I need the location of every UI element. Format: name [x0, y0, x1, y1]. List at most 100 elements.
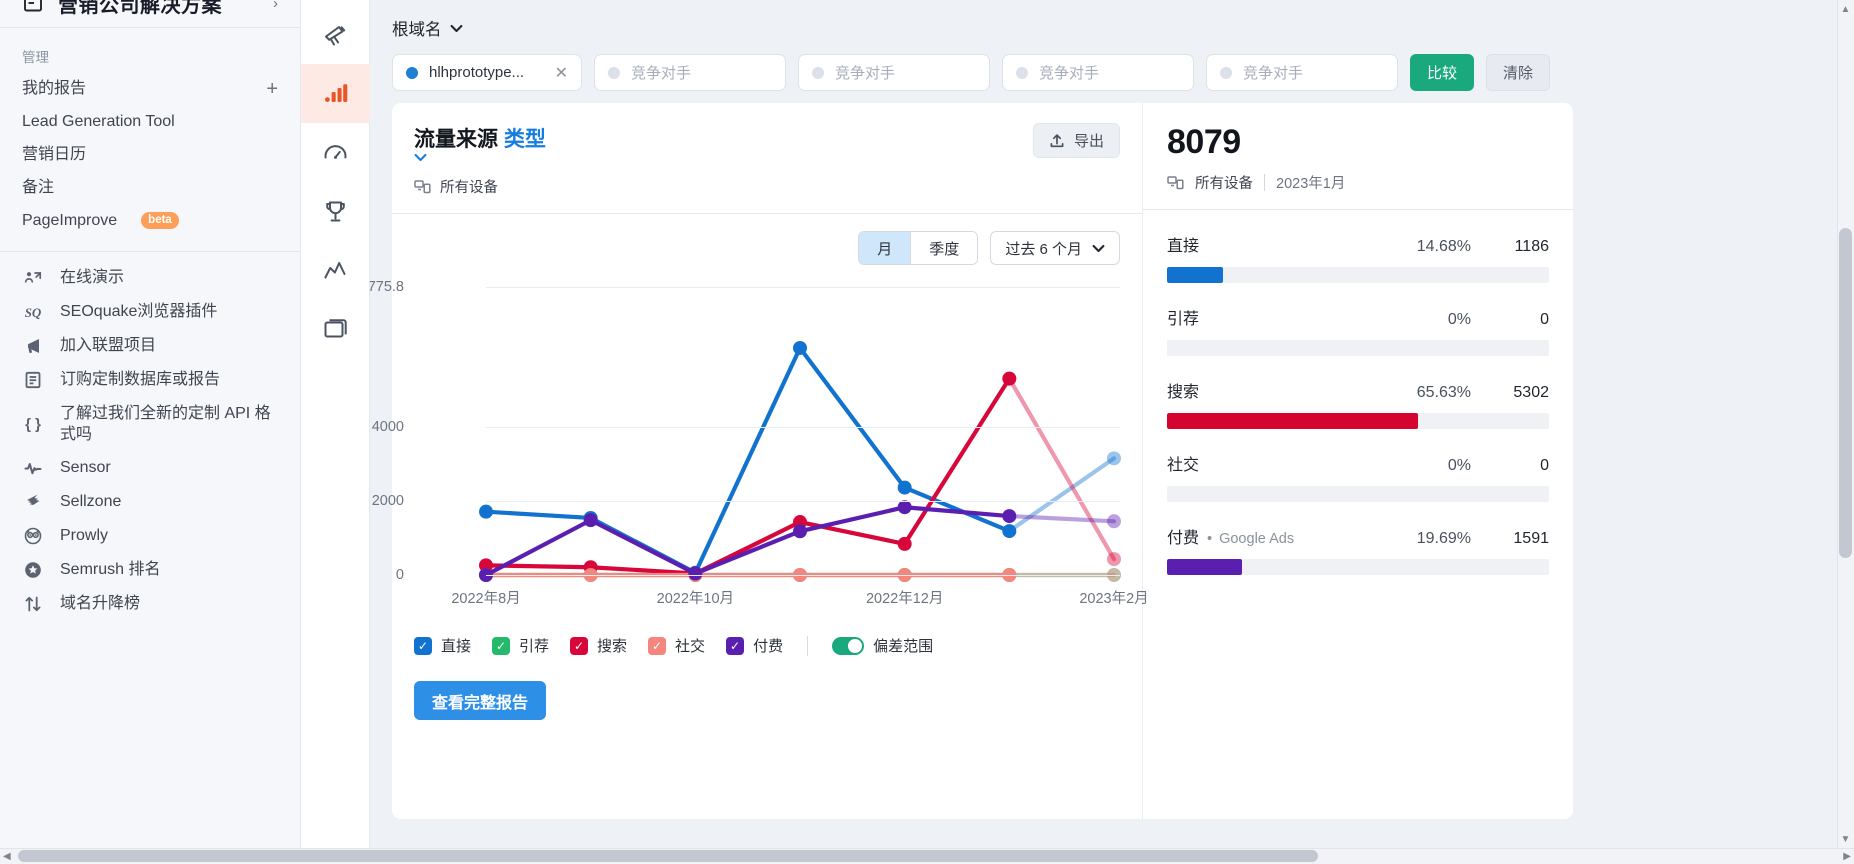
segment-month[interactable]: 月 [859, 232, 911, 264]
view-full-report-button[interactable]: 查看完整报告 [414, 681, 547, 720]
chart-data-point[interactable] [688, 566, 703, 581]
chevron-down-icon[interactable] [414, 153, 550, 162]
rail-item-trends[interactable] [301, 241, 370, 300]
domain-chip-primary[interactable]: hlhprototype... ✕ [392, 54, 582, 91]
legend-checkbox[interactable]: ✓ [414, 636, 432, 655]
granularity-segmented-control: 月 季度 [858, 231, 979, 265]
competitor-input-4[interactable]: 竞争对手 [1206, 54, 1398, 91]
legend-checkbox[interactable]: ✓ [726, 636, 745, 655]
date-range-dropdown[interactable]: 过去 6 个月 [990, 231, 1120, 265]
panel-sub-divider [1264, 174, 1265, 191]
chart-data-point[interactable] [793, 524, 807, 539]
trophy-icon [322, 198, 349, 225]
rail-item-telescope[interactable] [301, 5, 370, 64]
export-button-label: 导出 [1073, 133, 1104, 150]
deviation-toggle[interactable] [832, 636, 865, 655]
sidebar-item-semrush-rank[interactable]: Semrush 排名 [0, 553, 300, 587]
chart-data-point[interactable] [1002, 524, 1017, 539]
metric-row-paid: 付费 • Google Ads 19.69% 1591 [1167, 524, 1549, 575]
scroll-down-icon[interactable]: ▼ [1839, 833, 1852, 846]
sidebar-item-online-demo[interactable]: 在线演示 [0, 261, 300, 295]
legend-label: 直接 [441, 638, 472, 655]
compare-button[interactable]: 比较 [1410, 54, 1475, 91]
horizontal-scrollbar-thumb[interactable] [18, 850, 1318, 862]
sidebar-item-domain-movers[interactable]: 域名升降榜 [0, 587, 300, 621]
close-icon[interactable]: ✕ [555, 63, 568, 83]
metric-bar-track [1167, 340, 1549, 356]
plus-icon[interactable]: + [266, 79, 278, 99]
horizontal-scrollbar[interactable]: ◀ ▶ [0, 848, 1854, 864]
star-icon [22, 559, 44, 581]
card-device-filter[interactable]: 所有设备 [414, 176, 550, 197]
bullet-icon: • [1207, 531, 1213, 547]
chart-plot-area [479, 340, 1121, 582]
vertical-scrollbar-thumb[interactable] [1839, 228, 1852, 558]
legend-checkbox[interactable]: ✓ [570, 636, 589, 655]
chart-data-point[interactable] [1002, 371, 1017, 386]
clear-button[interactable]: 清除 [1486, 54, 1551, 91]
sidebar-brand-title: 营销公司解决方案 [58, 0, 222, 17]
legend-item-search[interactable]: ✓ 搜索 [570, 635, 627, 656]
sidebar-item-seoquake[interactable]: SQ SEOquake浏览器插件 [0, 295, 300, 329]
sidebar-item-lead-generation-tool[interactable]: Lead Generation Tool [0, 105, 300, 138]
chart-line [483, 376, 1012, 576]
legend-item-referral[interactable]: ✓ 引荐 [492, 635, 549, 656]
metric-name: 引荐 [1167, 311, 1200, 328]
export-button[interactable]: 导出 [1032, 123, 1120, 158]
chart-data-point[interactable] [897, 480, 912, 495]
sidebar-item-sellzone[interactable]: Sellzone [0, 485, 300, 519]
competitor-input-2[interactable]: 竞争对手 [798, 54, 990, 91]
chart-data-point[interactable] [897, 500, 912, 515]
metric-percent: 19.69% [1416, 530, 1471, 547]
document-icon [22, 369, 44, 391]
legend-item-deviation-range[interactable]: 偏差范围 [832, 635, 933, 656]
competitor-color-dot [608, 66, 620, 79]
chevron-right-icon: › [273, 0, 278, 12]
metric-bar-fill [1167, 559, 1243, 575]
chart-data-point[interactable] [1107, 514, 1121, 529]
sidebar-item-affiliate[interactable]: 加入联盟项目 [0, 329, 300, 363]
sidebar-item-my-reports[interactable]: 我的报告 + [0, 72, 300, 105]
chart-data-point[interactable] [479, 504, 493, 519]
segment-quarter[interactable]: 季度 [910, 232, 978, 264]
scroll-left-icon[interactable]: ◀ [3, 851, 11, 862]
chart-data-point[interactable] [897, 536, 912, 551]
chart-data-point[interactable] [1107, 451, 1121, 466]
legend-checkbox[interactable]: ✓ [492, 636, 511, 655]
sidebar-item-api-format[interactable]: { } 了解过我们全新的定制 API 格式吗 [0, 397, 300, 451]
sidebar-item-label: SEOquake浏览器插件 [60, 302, 218, 320]
legend-item-direct[interactable]: ✓ 直接 [414, 635, 471, 656]
scroll-up-icon[interactable]: ▲ [1839, 3, 1852, 16]
chart-data-point[interactable] [1002, 509, 1017, 524]
legend-checkbox[interactable]: ✓ [648, 636, 667, 655]
chart-data-point[interactable] [583, 513, 598, 528]
competitor-input-3[interactable]: 竞争对手 [1002, 54, 1194, 91]
line-chart-icon [322, 257, 349, 284]
legend-label: 偏差范围 [873, 638, 934, 655]
sidebar-item-sensor[interactable]: Sensor [0, 451, 300, 485]
sidebar-brand[interactable]: 营销公司解决方案 › [0, 0, 300, 17]
legend-item-paid[interactable]: ✓ 付费 [726, 635, 783, 656]
sidebar-item-marketing-calendar[interactable]: 营销日历 [0, 138, 300, 171]
traffic-sources-card: 流量来源 类型 所有设备 导出 月 季度 过去 6 个月 0 2000 4000… [370, 103, 1149, 819]
presentation-icon [22, 267, 44, 289]
vertical-scrollbar[interactable]: ▲ ▼ [1837, 0, 1854, 849]
scroll-right-icon[interactable]: ▶ [1843, 851, 1851, 862]
rail-item-trophy[interactable] [301, 182, 370, 241]
card-title-accent[interactable]: 类型 [504, 128, 546, 151]
sidebar-item-custom-database[interactable]: 订购定制数据库或报告 [0, 363, 300, 397]
rail-item-traffic-analytics[interactable] [301, 64, 370, 123]
competitor-input-1[interactable]: 竞争对手 [594, 54, 786, 91]
devices-icon [1167, 175, 1184, 190]
sidebar-item-pageimprove[interactable]: PageImprove beta [0, 204, 300, 237]
competitor-placeholder: 竞争对手 [835, 65, 896, 82]
rail-item-gauge[interactable] [301, 123, 370, 182]
root-domain-selector[interactable]: 根域名 [392, 16, 1832, 40]
legend-item-social[interactable]: ✓ 社交 [648, 635, 705, 656]
panel-device-label: 所有设备 [1195, 176, 1253, 192]
sidebar-item-notes[interactable]: 备注 [0, 171, 300, 204]
rail-item-windows[interactable] [301, 300, 370, 359]
chart-data-point[interactable] [1107, 552, 1121, 567]
sidebar-item-prowly[interactable]: Prowly [0, 519, 300, 553]
chart-data-point[interactable] [793, 340, 807, 355]
